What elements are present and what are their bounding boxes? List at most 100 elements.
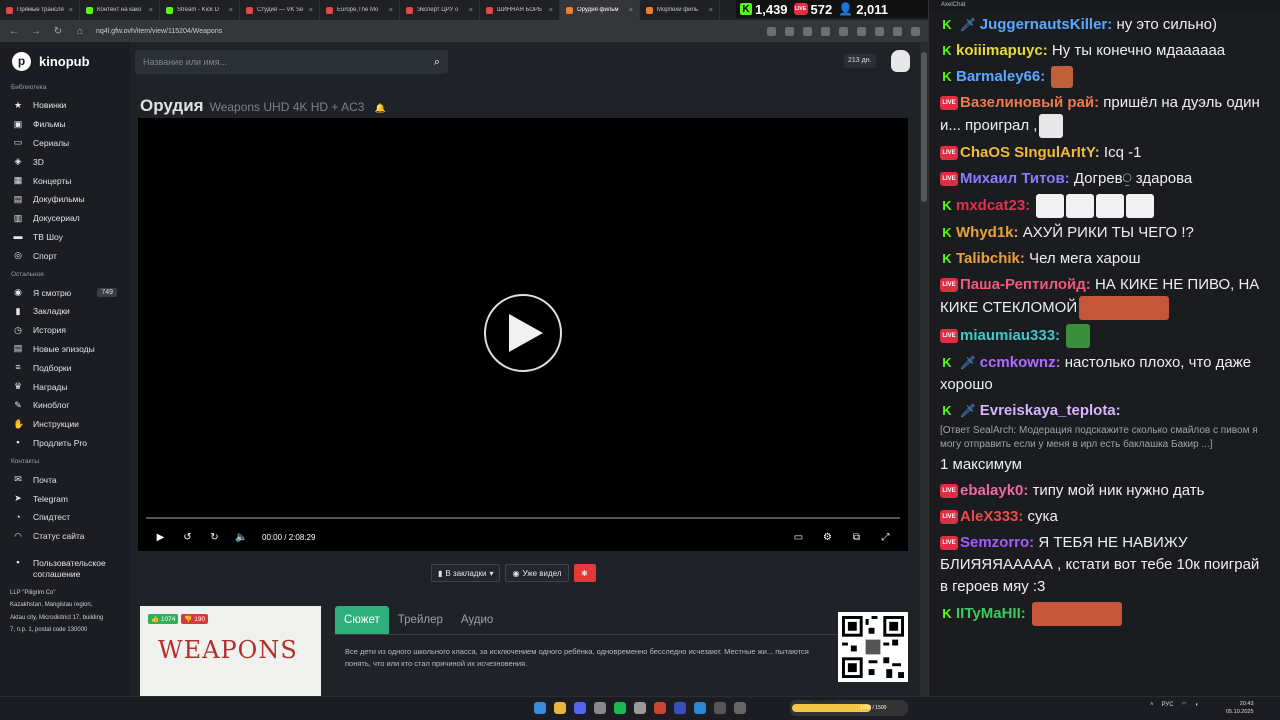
- sidebar-item-other-1[interactable]: ▮ Закладки: [0, 302, 130, 321]
- scrollbar-thumb[interactable]: [921, 52, 927, 202]
- sidebar-item-agreement[interactable]: ▪ Пользовательское соглашение: [0, 557, 130, 584]
- sidebar-item-contact-0[interactable]: ✉ Почта: [0, 470, 130, 489]
- browser-tab[interactable]: ШИННАЯ БОРЬ ×: [480, 0, 560, 20]
- clock[interactable]: 20:43 05.10.2025: [1226, 700, 1254, 716]
- chat-username[interactable]: Паша-Рептилойд:: [960, 276, 1091, 293]
- telegram-icon[interactable]: [694, 702, 706, 714]
- bell-icon[interactable]: 🔔: [374, 103, 385, 114]
- download-icon[interactable]: [875, 26, 884, 36]
- sidebar-item-library-7[interactable]: ▬ ТВ Шоу: [0, 228, 130, 247]
- close-icon[interactable]: ×: [229, 7, 233, 14]
- play-overlay-button[interactable]: [484, 294, 562, 372]
- app-icon[interactable]: [654, 702, 666, 714]
- chat-username[interactable]: AleX333:: [960, 508, 1023, 525]
- discord-icon[interactable]: [574, 702, 586, 714]
- star-icon[interactable]: [785, 26, 794, 36]
- home-icon[interactable]: ⌂: [74, 26, 86, 37]
- browser-tab[interactable]: Морпехи филь ×: [640, 0, 720, 20]
- url-field[interactable]: nq4l.gfw.ovh/item/view/115204/Weapons: [96, 28, 757, 35]
- browser-tab[interactable]: Орудия фильм ×: [560, 0, 640, 20]
- browser-tab[interactable]: Europe,The Mo ×: [320, 0, 400, 20]
- app-icon[interactable]: [594, 702, 606, 714]
- chat-username[interactable]: Evreiskaya_teplota:: [980, 402, 1121, 419]
- sidebar-item-other-5[interactable]: ♛ Награды: [0, 377, 130, 396]
- sidebar-item-contact-1[interactable]: ➤ Telegram: [0, 489, 130, 508]
- chat-username[interactable]: ccmkownz:: [980, 354, 1061, 371]
- close-icon[interactable]: ×: [309, 7, 313, 14]
- chat-username[interactable]: IITyMaHII:: [956, 605, 1026, 622]
- extension-icon[interactable]: [821, 26, 830, 36]
- close-icon[interactable]: ×: [549, 7, 553, 14]
- browser-tab[interactable]: Stream - Kick D ×: [160, 0, 240, 20]
- report-button[interactable]: ✱: [573, 564, 596, 582]
- video-player[interactable]: ▶ ↺ ↻ 🔈 00:00 / 2:08:29 ▭ ⚙ ⧉ ⤢: [138, 118, 908, 551]
- info-tab[interactable]: Сюжет: [335, 606, 389, 634]
- spotify-icon[interactable]: [614, 702, 626, 714]
- browser-tab[interactable]: Студия — VK Se ×: [240, 0, 320, 20]
- sidebar-item-other-7[interactable]: ✋ Инструкции: [0, 415, 130, 434]
- movie-poster[interactable]: 👍 1074 👎 190 WEAPONS: [140, 606, 321, 696]
- close-icon[interactable]: ×: [149, 7, 153, 14]
- bookmark-button[interactable]: ▮ В закладки ▾: [431, 564, 501, 582]
- menu-icon[interactable]: [911, 26, 920, 36]
- sidebar-item-contact-2[interactable]: ◔ Спидтест: [0, 508, 130, 527]
- page-scrollbar[interactable]: [920, 42, 928, 696]
- chat-username[interactable]: mxdcat23:: [956, 197, 1030, 214]
- sidebar-item-other-8[interactable]: ▪ Продлить Pro: [0, 434, 130, 453]
- sidebar-item-other-6[interactable]: ✎ Киноблог: [0, 396, 130, 415]
- wifi-icon[interactable]: ◠: [1182, 701, 1187, 708]
- play-icon[interactable]: ▶: [154, 532, 167, 543]
- volume-icon[interactable]: 🔈: [235, 532, 248, 543]
- profile-icon[interactable]: [893, 26, 902, 36]
- chat-username[interactable]: ebalayk0:: [960, 482, 1028, 499]
- chat-username[interactable]: ChaOS SIngulArItY:: [960, 144, 1100, 161]
- settings-icon[interactable]: ⚙: [821, 532, 834, 543]
- rewind-icon[interactable]: ↺: [181, 532, 194, 543]
- sidebar-item-library-3[interactable]: ◈ 3D: [0, 152, 130, 171]
- chrome-icon[interactable]: [554, 702, 566, 714]
- chat-username[interactable]: miaumiau333:: [960, 327, 1060, 344]
- search-input[interactable]: Название или имя... ⌕: [135, 50, 448, 74]
- likes-badge[interactable]: 👍 1074: [148, 614, 179, 624]
- forward-icon[interactable]: ↻: [208, 532, 221, 543]
- search-icon[interactable]: ⌕: [434, 56, 440, 69]
- app-icon[interactable]: [734, 702, 746, 714]
- avatar[interactable]: [891, 50, 910, 72]
- pip-icon[interactable]: ⧉: [850, 532, 863, 543]
- zoom-icon[interactable]: [767, 26, 776, 36]
- sidebar-item-library-5[interactable]: ▤ Докуфильмы: [0, 190, 130, 209]
- chat-username[interactable]: Barmaley66:: [956, 68, 1045, 85]
- close-icon[interactable]: ×: [709, 7, 713, 14]
- extension-icon[interactable]: [803, 26, 812, 36]
- app-icon[interactable]: [634, 702, 646, 714]
- app-icon[interactable]: [674, 702, 686, 714]
- browser-tab[interactable]: Прямые трансля ×: [0, 0, 80, 20]
- sidebar-item-library-8[interactable]: ◎ Спорт: [0, 246, 130, 265]
- chevron-up-icon[interactable]: ˄: [1150, 702, 1154, 708]
- fullscreen-icon[interactable]: ⤢: [879, 532, 892, 543]
- subtitles-icon[interactable]: ▭: [792, 532, 805, 543]
- watched-button[interactable]: ◉ Уже видел: [505, 564, 569, 582]
- close-icon[interactable]: ×: [389, 7, 393, 14]
- progress-bar[interactable]: [146, 517, 900, 519]
- sidebar-item-other-0[interactable]: ◉ Я смотрю 749: [0, 283, 130, 302]
- info-tab[interactable]: Аудио: [452, 606, 502, 634]
- volume-icon[interactable]: ◖: [1195, 702, 1199, 708]
- sidebar-item-library-4[interactable]: ▦ Концерты: [0, 171, 130, 190]
- browser-tab[interactable]: Эксперт ЦРУ о ×: [400, 0, 480, 20]
- sidebar-item-other-2[interactable]: ◷ История: [0, 321, 130, 340]
- chat-username[interactable]: koiiimapuyc:: [956, 42, 1048, 59]
- sidebar-item-library-6[interactable]: ▥ Докусериал: [0, 209, 130, 228]
- sidebar-item-other-3[interactable]: ▤ Новые эпизоды: [0, 340, 130, 359]
- chat-username[interactable]: Whyd1k:: [956, 224, 1019, 241]
- sidebar-item-contact-3[interactable]: ◠ Статус сайта: [0, 527, 130, 546]
- sidebar-item-library-1[interactable]: ▣ Фильмы: [0, 115, 130, 134]
- close-icon[interactable]: ×: [629, 7, 633, 14]
- steam-icon[interactable]: [714, 702, 726, 714]
- extension-icon[interactable]: [839, 26, 848, 36]
- chat-username[interactable]: Talibchik:: [956, 250, 1025, 267]
- sidebar-item-library-0[interactable]: ★ Новинки: [0, 96, 130, 115]
- language-indicator[interactable]: РУС: [1162, 702, 1174, 708]
- chat-username[interactable]: Михаил Титов:: [960, 170, 1070, 187]
- forward-icon[interactable]: →: [30, 26, 42, 37]
